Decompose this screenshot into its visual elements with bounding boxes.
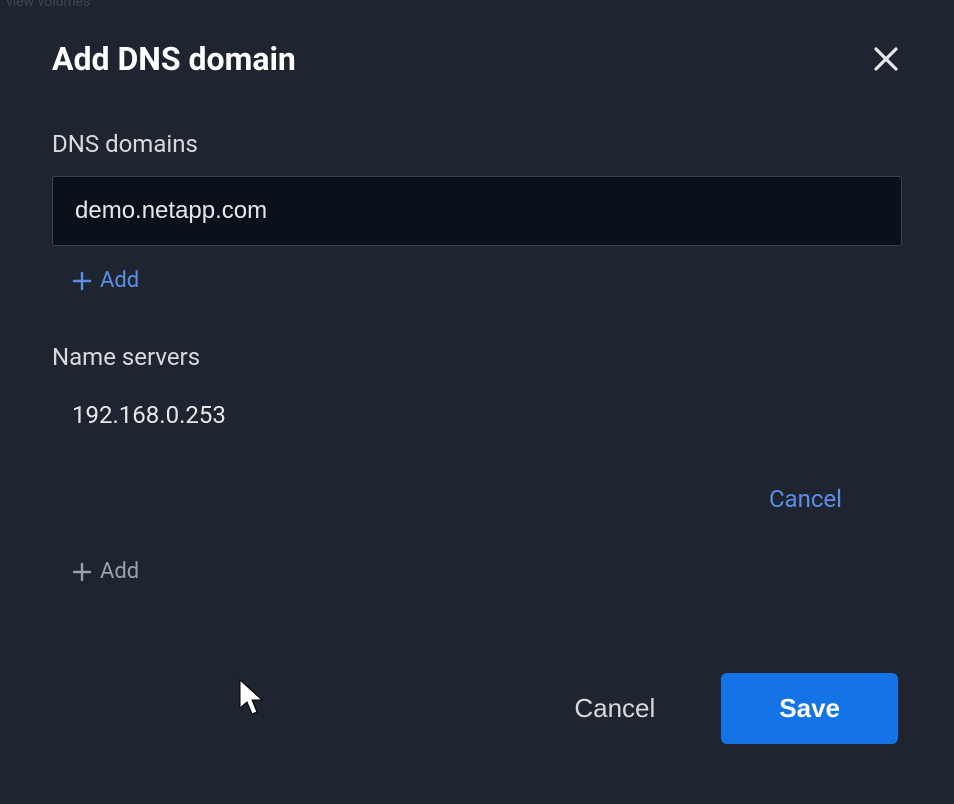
close-icon[interactable] [870, 43, 902, 75]
modal-title: Add DNS domain [52, 40, 296, 78]
modal-footer: Cancel Save [566, 673, 898, 744]
add-name-server-button[interactable]: Add [72, 559, 139, 584]
plus-icon [72, 562, 92, 582]
dns-domains-label: DNS domains [52, 130, 902, 158]
name-server-cancel-link[interactable]: Cancel [52, 485, 842, 513]
plus-icon [72, 271, 92, 291]
dns-domain-input[interactable] [52, 176, 902, 246]
add-name-server-label: Add [100, 559, 139, 584]
name-server-value: 192.168.0.253 [72, 401, 902, 429]
save-button[interactable]: Save [721, 673, 898, 744]
modal-header: Add DNS domain [52, 40, 902, 78]
cancel-button[interactable]: Cancel [566, 679, 663, 738]
add-dns-domain-label: Add [100, 268, 139, 293]
add-dns-domain-button[interactable]: Add [72, 268, 139, 293]
add-dns-domain-modal: Add DNS domain DNS domains Add Name serv… [0, 0, 954, 804]
name-servers-label: Name servers [52, 343, 902, 371]
